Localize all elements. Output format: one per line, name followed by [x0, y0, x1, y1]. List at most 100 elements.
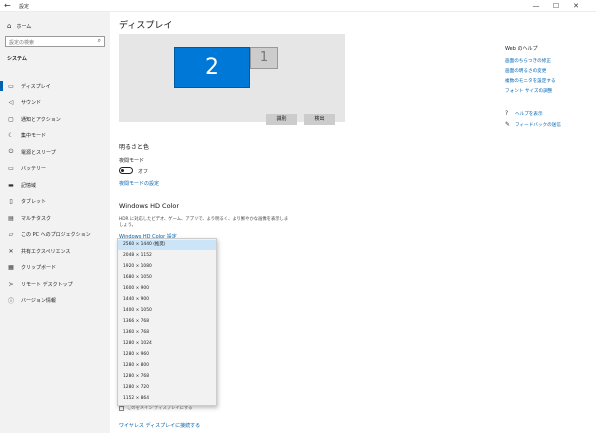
sidebar-item[interactable]: ▦ クリップボード — [0, 260, 110, 276]
night-mode-toggle[interactable] — [119, 167, 133, 174]
help-link-multiple-monitors[interactable]: 複数のモニタを設定する — [505, 78, 556, 84]
resolution-option[interactable]: 1680 × 1050 — [118, 273, 216, 283]
title-bar: ← 設定 — ☐ ✕ — [0, 0, 596, 12]
monitor-icon: ▭ — [8, 82, 14, 90]
moon-icon: ☾ — [8, 132, 14, 139]
resolution-dropdown-list[interactable]: 2560 × 1440 (推奨) 2048 × 1152 1920 × 1080 16… — [117, 238, 217, 406]
wireless-display-link[interactable]: ワイヤレス ディスプレイに接続する — [119, 422, 200, 429]
sidebar-item-label: サウンド — [21, 100, 42, 106]
resolution-option[interactable]: 1440 × 900 — [118, 295, 216, 305]
sidebar-item-label: ディスプレイ — [21, 83, 51, 90]
back-arrow-icon[interactable]: ← — [4, 1, 11, 10]
sidebar-item-label: 電源とスリープ — [21, 149, 56, 156]
sidebar-item-label: 通知とアクション — [21, 116, 61, 123]
close-button[interactable]: ✕ — [568, 0, 584, 12]
search-placeholder: 設定の検索 — [9, 40, 35, 46]
feedback-label: フィードバックの送信 — [515, 122, 561, 128]
get-help-label: ヘルプを表示 — [515, 111, 543, 117]
monitor-arrangement[interactable]: 2 1 — [119, 34, 345, 122]
night-mode-state: オフ — [138, 169, 149, 175]
resolution-option[interactable]: 1280 × 800 — [118, 361, 216, 371]
page-title: ディスプレイ — [119, 21, 173, 31]
resolution-option[interactable]: 1920 × 1080 — [118, 262, 216, 272]
night-mode-settings-link[interactable]: 夜間モードの設定 — [119, 180, 159, 187]
hdr-description: HDR に対応したビデオ、ゲーム、アプリで、より明るく、より鮮やかな画像を表示し… — [119, 217, 289, 228]
speaker-icon: ◁ — [8, 99, 14, 106]
resolution-option[interactable]: 2048 × 1152 — [118, 251, 216, 261]
clipboard-icon: ▦ — [8, 264, 14, 271]
share-icon: ✕ — [8, 247, 14, 255]
sidebar-item[interactable]: ▬ 記憶域 — [0, 177, 110, 193]
sidebar: ⌂ ホーム 設定の検索 ⌕ システム ▭ ディスプレイ ◁ サウンド ▢ 通知とアクション… — [0, 12, 110, 433]
tablet-icon: ▯ — [9, 198, 13, 205]
detect-button[interactable]: 検出 — [304, 114, 335, 125]
projection-icon: ▱ — [8, 231, 14, 238]
remote-desktop-icon: ≻ — [8, 280, 14, 288]
help-icon: ? — [505, 110, 509, 117]
sidebar-item-label: リモート デスクトップ — [21, 281, 73, 288]
sidebar-item-label: タブレット — [21, 199, 47, 205]
maximize-button[interactable]: ☐ — [548, 0, 564, 12]
search-icon: ⌕ — [97, 37, 101, 44]
resolution-option[interactable]: 1600 × 900 — [118, 284, 216, 294]
help-link-font-size[interactable]: フォント サイズの調整 — [505, 88, 552, 94]
night-mode-label: 夜間モード — [119, 158, 145, 164]
resolution-option[interactable]: 1152 × 864 — [118, 394, 216, 404]
get-help-link[interactable]: ? ヘルプを表示 — [505, 110, 543, 117]
monitor-2[interactable]: 2 — [174, 47, 250, 88]
window-title: 設定 — [19, 4, 30, 10]
brightness-heading: 明るさと色 — [119, 144, 150, 151]
home-icon: ⌂ — [7, 22, 12, 30]
toggle-knob — [121, 169, 124, 172]
resolution-option[interactable]: 2560 × 1440 (推奨) — [118, 240, 216, 250]
sidebar-item-label: バージョン情報 — [21, 298, 56, 304]
identify-button[interactable]: 識別 — [266, 114, 297, 125]
storage-icon: ▬ — [8, 181, 14, 189]
sidebar-item[interactable]: ☾ 集中モード — [0, 128, 110, 144]
sidebar-item-label: バッテリー — [21, 166, 47, 172]
multitask-icon: ▤ — [8, 214, 14, 222]
info-icon: ⓘ — [7, 298, 14, 305]
related-panel: Web のヘルプ 画面のちらつきの修正 画面の明るさの変更 複数のモニタを設定す… — [505, 12, 596, 433]
help-link-brightness[interactable]: 画面の明るさの変更 — [505, 68, 546, 74]
resolution-option[interactable]: 1280 × 720 — [118, 383, 216, 393]
sidebar-item[interactable]: ▢ 通知とアクション — [0, 111, 110, 127]
sidebar-item[interactable]: ▯ タブレット — [0, 194, 110, 210]
notification-icon: ▢ — [8, 115, 14, 123]
sidebar-item-label: クリップボード — [21, 265, 57, 271]
resolution-option[interactable]: 1280 × 1024 — [118, 339, 216, 349]
battery-icon: ▭ — [8, 165, 14, 172]
hdr-heading: Windows HD Color — [119, 202, 180, 210]
sidebar-item-label: この PC へのプロジェクション — [21, 232, 91, 238]
sidebar-item-label: 集中モード — [21, 133, 47, 139]
feedback-icon: ✎ — [505, 121, 511, 128]
sidebar-item[interactable]: ✕ 共有エクスペリエンス — [0, 243, 110, 259]
search-input[interactable]: 設定の検索 ⌕ — [5, 36, 105, 47]
resolution-option[interactable]: 1366 × 768 — [118, 317, 216, 327]
sidebar-item[interactable]: ▭ ディスプレイ — [0, 78, 110, 94]
resolution-option[interactable]: 1280 × 960 — [118, 350, 216, 360]
help-link-flicker[interactable]: 画面のちらつきの修正 — [505, 58, 551, 64]
home-link[interactable]: ⌂ ホーム — [7, 22, 31, 30]
minimize-button[interactable]: — — [528, 0, 544, 12]
resolution-option[interactable]: 1280 × 768 — [118, 372, 216, 382]
resolution-option[interactable]: 1400 × 1050 — [118, 306, 216, 316]
sidebar-item[interactable]: ⓘ バージョン情報 — [0, 293, 110, 309]
sidebar-item[interactable]: ◁ サウンド — [0, 95, 110, 111]
power-icon: ⏻ — [8, 148, 14, 155]
sidebar-item[interactable]: ▱ この PC へのプロジェクション — [0, 227, 110, 243]
sidebar-item[interactable]: ▭ バッテリー — [0, 161, 110, 177]
feedback-link[interactable]: ✎ フィードバックの送信 — [505, 121, 561, 128]
resolution-option[interactable]: 1360 × 768 — [118, 328, 216, 338]
monitor-1[interactable]: 1 — [250, 47, 278, 69]
sidebar-item[interactable]: ▤ マルチタスク — [0, 210, 110, 226]
sidebar-item[interactable]: ≻ リモート デスクトップ — [0, 276, 110, 292]
sidebar-section-title: システム — [7, 56, 27, 62]
sidebar-item[interactable]: ⏻ 電源とスリープ — [0, 144, 110, 160]
sidebar-item-label: 記憶域 — [21, 182, 37, 189]
checkbox[interactable] — [119, 405, 124, 411]
home-label: ホーム — [16, 23, 32, 30]
web-help-title: Web のヘルプ — [505, 46, 538, 52]
sidebar-item-label: マルチタスク — [21, 215, 52, 222]
sidebar-item-label: 共有エクスペリエンス — [21, 248, 71, 255]
